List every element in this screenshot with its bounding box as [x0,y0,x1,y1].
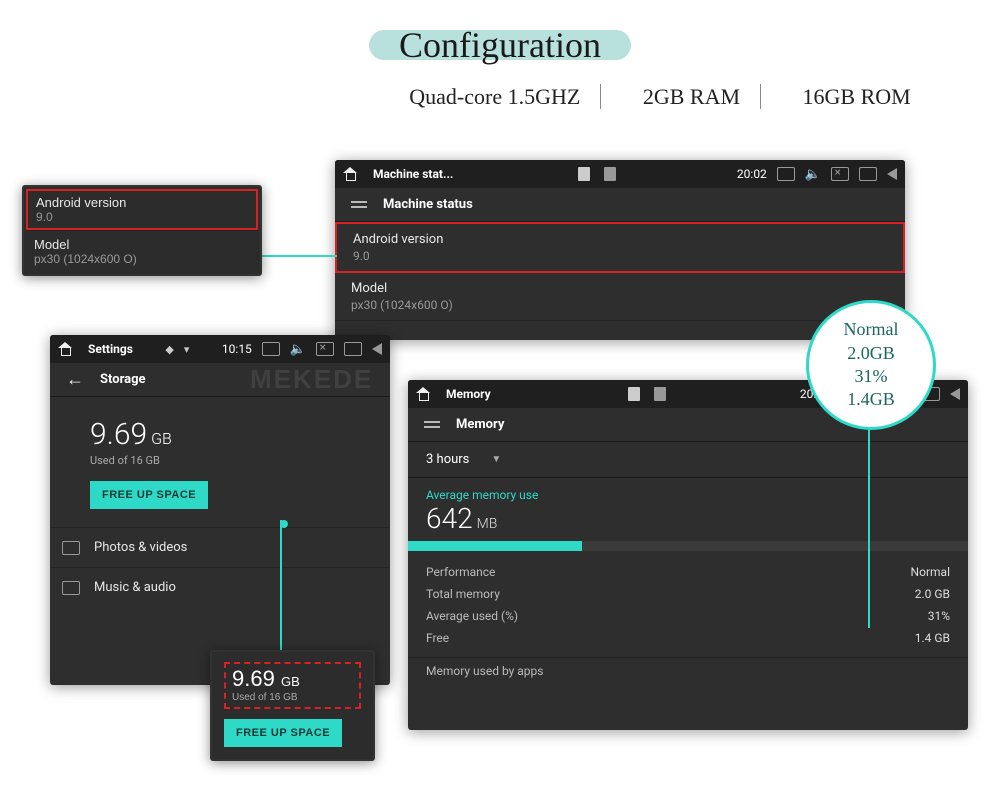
stat-total-memory: Total memory2.0 GB [408,583,968,605]
volume-icon[interactable]: 🔈 [290,342,306,357]
model-value: px30 (1024x600 O) [351,298,889,312]
time-range-value: 3 hours [426,452,469,467]
category-photos-label: Photos & videos [94,540,187,555]
storage-used-amount: 9.69GB [90,417,350,452]
connector-line-3 [868,428,870,628]
recent-icon[interactable] [859,167,877,181]
storage-clock: 10:15 [222,342,252,356]
callout-free: 1.4GB [847,388,895,411]
storage-status-bar: Settings ◆ ▾ 10:15 🔈 [50,335,390,363]
screenshot-icon[interactable] [777,167,795,181]
storage-used-unit: GB [151,429,172,448]
time-range-dropdown[interactable]: 3 hours ▼ [408,442,968,478]
close-icon[interactable] [831,167,849,181]
page-header: Configuration [0,0,1000,84]
callout-pct: 31% [855,365,888,388]
zoom-model-value: px30 (1024x600 O) [34,252,250,266]
memory-panel: Memory 20:02 🔈 Memory 3 hours ▼ Average … [408,380,968,730]
home-icon[interactable] [58,342,72,356]
memory-footer[interactable]: Memory used by apps [408,657,968,682]
card-icon [578,167,590,181]
connector-line-1 [262,255,337,257]
zoom-android-label: Android version [36,195,248,210]
model-label: Model [351,281,889,296]
android-version-value: 9.0 [353,249,887,263]
zoom-android-value: 9.0 [36,210,248,224]
connector-line-2 [280,520,282,652]
category-photos-row[interactable]: Photos & videos [50,527,390,567]
back-arrow-icon[interactable]: ← [66,369,84,390]
watermark-text: MEKEDE [250,364,373,395]
music-icon [62,581,80,595]
menu-icon[interactable] [424,418,440,431]
avg-memory-label: Average memory use [408,478,968,502]
page-title: Configuration [399,25,601,65]
back-nav-icon[interactable] [950,388,960,400]
close-icon[interactable] [316,342,334,356]
model-row[interactable]: Model px30 (1024x600 O) [335,273,905,321]
screenshot-icon[interactable] [262,342,280,356]
card-icon [628,387,640,401]
recent-icon[interactable] [344,342,362,356]
card-icon [654,387,666,401]
avg-memory-unit: MB [477,516,498,532]
memory-sub-title: Memory [456,417,504,432]
machine-status-panel: Machine stat... 20:02 🔈 Machine status A… [335,160,905,340]
spec-ram: 2GB RAM [629,84,754,109]
clock: 20:02 [737,167,767,181]
home-icon[interactable] [416,387,430,401]
storage-used-of: Used of 16 GB [90,454,350,467]
stat-performance: PerformanceNormal [408,561,968,583]
menu-icon[interactable] [351,198,367,211]
subheader: Machine status [335,188,905,222]
memory-summary-callout: Normal 2.0GB 31% 1.4GB [806,300,936,430]
chevron-down-icon: ▼ [491,454,501,465]
storage-zoom-callout: 9.69 GB Used of 16 GB FREE UP SPACE [210,650,375,761]
back-nav-icon[interactable] [372,343,382,355]
callout-total: 2.0GB [847,342,895,365]
subheader-title: Machine status [383,197,473,212]
category-music-row[interactable]: Music & audio [50,567,390,607]
memory-app-title: Memory [446,387,491,401]
zoom-android-row: Android version 9.0 [26,189,258,230]
storage-used-val: 9.69 [90,417,147,452]
status-bar: Machine stat... 20:02 🔈 [335,160,905,188]
storage-app-title: Settings [88,342,133,356]
stat-avg-percent: Average used (%)31% [408,605,968,627]
free-up-space-button[interactable]: FREE UP SPACE [90,481,208,509]
avg-memory-number: 642 [426,502,473,535]
back-nav-icon[interactable] [887,168,897,180]
zoom-storage-val: 9.69 [232,666,275,691]
zoom-storage-unit: GB [281,674,300,689]
spec-cpu: Quad-core 1.5GHZ [395,84,594,109]
avg-memory-value: 642MB [408,502,968,541]
card-icon-2 [604,167,616,181]
spec-rom: 16GB ROM [789,84,925,109]
volume-icon[interactable]: 🔈 [805,167,821,182]
category-music-label: Music & audio [94,580,176,595]
zoom-model-label: Model [34,237,250,252]
storage-sub-title: Storage [100,372,146,387]
memory-usage-bar [408,541,968,551]
home-icon[interactable] [343,167,357,181]
zoom-free-up-button[interactable]: FREE UP SPACE [224,719,342,747]
specs-line: Quad-core 1.5GHZ 2GB RAM 16GB ROM [320,84,1000,110]
zoom-storage-used-of: Used of 16 GB [232,692,353,703]
android-version-row[interactable]: Android version 9.0 [335,222,905,273]
app-title: Machine stat... [373,167,453,181]
callout-perf: Normal [844,318,899,341]
android-version-label: Android version [353,232,887,247]
stat-free: Free1.4 GB [408,627,968,649]
android-zoom-callout: Android version 9.0 Model px30 (1024x600… [22,185,262,276]
photos-icon [62,541,80,555]
